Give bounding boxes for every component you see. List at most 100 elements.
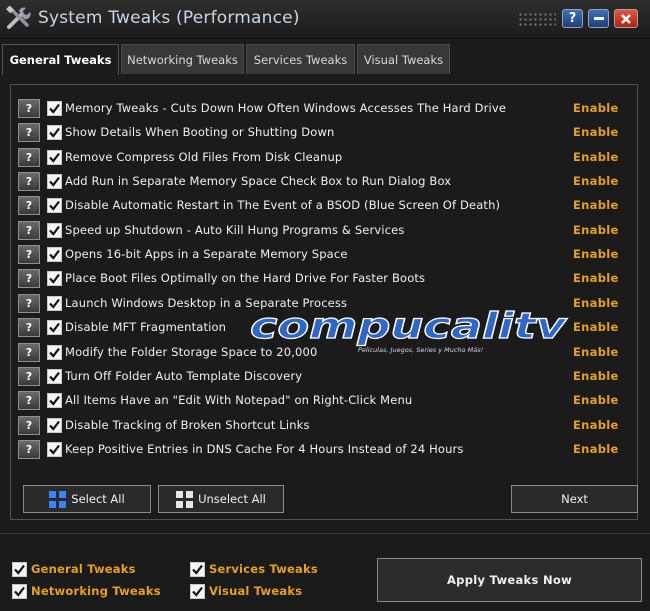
tweak-help-button[interactable]: ? bbox=[18, 147, 40, 167]
tweak-status[interactable]: Enable bbox=[573, 101, 619, 115]
checkmark-icon bbox=[49, 322, 60, 333]
tweak-label: Keep Positive Entries in DNS Cache For 4… bbox=[65, 441, 464, 456]
tweak-help-button[interactable]: ? bbox=[18, 342, 40, 362]
tweak-checkbox[interactable] bbox=[47, 125, 62, 141]
checkmark-icon bbox=[49, 152, 60, 163]
resize-grip[interactable] bbox=[518, 12, 556, 26]
checkbox[interactable] bbox=[12, 584, 27, 599]
tweak-checkbox[interactable] bbox=[47, 271, 62, 287]
checkbox[interactable] bbox=[190, 584, 205, 599]
tweak-row[interactable]: ? Disable Automatic Restart in The Event … bbox=[18, 196, 628, 216]
tweak-status[interactable]: Enable bbox=[573, 320, 619, 334]
checkmark-icon bbox=[49, 274, 60, 285]
checkmark-icon bbox=[192, 564, 203, 575]
tweak-label: Disable Automatic Restart in The Event o… bbox=[65, 198, 501, 213]
tweak-checkbox[interactable] bbox=[47, 174, 62, 190]
tweak-row[interactable]: ? Disable Tracking of Broken Shortcut Lin… bbox=[18, 415, 628, 436]
select-all-icon bbox=[49, 490, 67, 508]
tweak-label: Disable MFT Fragmentation bbox=[65, 320, 227, 335]
help-icon: ? bbox=[568, 11, 577, 26]
footer-check-label: Services Tweaks bbox=[209, 562, 318, 576]
tweak-help-button[interactable]: ? bbox=[18, 415, 40, 435]
unselect-all-button[interactable]: Unselect All bbox=[158, 485, 284, 513]
tweak-checkbox[interactable] bbox=[47, 417, 62, 433]
select-all-button[interactable]: Select All bbox=[23, 485, 151, 513]
checkbox[interactable] bbox=[12, 562, 27, 577]
tab-visual-tweaks[interactable]: Visual Tweaks bbox=[357, 44, 450, 74]
tweak-status[interactable]: Enable bbox=[573, 150, 619, 164]
tweak-row[interactable]: ? Remove Compress Old Files From Disk Cle… bbox=[18, 147, 628, 168]
title-bar: System Tweaks (Performance) ? bbox=[0, 0, 650, 39]
tweak-help-button[interactable]: ? bbox=[18, 391, 40, 411]
tweak-help-button[interactable]: ? bbox=[18, 318, 40, 338]
tab-networking-tweaks[interactable]: Networking Tweaks bbox=[121, 44, 244, 74]
tweak-row[interactable]: ? Memory Tweaks - Cuts Down How Often Win… bbox=[18, 99, 628, 119]
tweak-checkbox[interactable] bbox=[47, 393, 62, 409]
tweak-help-button[interactable]: ? bbox=[18, 245, 40, 265]
tweak-checkbox[interactable] bbox=[47, 198, 62, 214]
tweak-status[interactable]: Enable bbox=[573, 198, 619, 212]
close-button[interactable] bbox=[614, 9, 638, 28]
tweak-checkbox[interactable] bbox=[47, 247, 62, 263]
tweak-help-button[interactable]: ? bbox=[18, 99, 40, 118]
tweak-help-button[interactable]: ? bbox=[18, 293, 40, 313]
tweak-checkbox[interactable] bbox=[47, 344, 62, 360]
tweak-label: Turn Off Folder Auto Template Discovery bbox=[65, 368, 303, 383]
tweak-status[interactable]: Enable bbox=[573, 223, 619, 237]
footer-check-label: Networking Tweaks bbox=[31, 584, 161, 598]
tweak-help-button[interactable]: ? bbox=[18, 172, 40, 192]
tweak-status[interactable]: Enable bbox=[573, 418, 619, 432]
tweak-checkbox[interactable] bbox=[47, 101, 62, 116]
tweak-label: Show Details When Booting or Shutting Do… bbox=[65, 125, 335, 140]
tweak-checkbox[interactable] bbox=[47, 320, 62, 336]
tweak-status[interactable]: Enable bbox=[573, 174, 619, 188]
tweak-row[interactable]: ? Opens 16-bit Apps in a Separate Memory … bbox=[18, 245, 628, 265]
tweak-status[interactable]: Enable bbox=[573, 247, 619, 261]
tweak-label: Memory Tweaks - Cuts Down How Often Wind… bbox=[65, 101, 507, 115]
tweak-checkbox[interactable] bbox=[47, 149, 62, 165]
tweak-row[interactable]: ? Show Details When Booting or Shutting D… bbox=[18, 123, 628, 143]
tweak-row[interactable]: ? Keep Positive Entries in DNS Cache For … bbox=[18, 439, 628, 460]
checkmark-icon bbox=[49, 396, 60, 406]
tweak-checkbox[interactable] bbox=[47, 441, 62, 457]
tweak-help-button[interactable]: ? bbox=[18, 439, 40, 459]
window-title: System Tweaks (Performance) bbox=[38, 8, 300, 28]
tweak-label: Speed up Shutdown - Auto Kill Hung Progr… bbox=[65, 222, 405, 237]
unselect-all-label: Unselect All bbox=[198, 492, 266, 506]
help-button[interactable]: ? bbox=[562, 9, 583, 28]
tweak-checkbox[interactable] bbox=[47, 295, 62, 311]
tweak-row[interactable]: ? Place Boot Files Optimally on the Hard … bbox=[18, 269, 628, 289]
tweak-help-button[interactable]: ? bbox=[18, 366, 40, 386]
tweak-help-button[interactable]: ? bbox=[18, 123, 40, 143]
svg-text:compucalitv: compucalitv bbox=[250, 306, 568, 347]
tweak-status[interactable]: Enable bbox=[573, 442, 619, 456]
tweak-status[interactable]: Enable bbox=[573, 296, 619, 310]
tab-general-tweaks[interactable]: General Tweaks bbox=[2, 44, 119, 75]
checkmark-icon bbox=[49, 444, 60, 455]
tweak-checkbox[interactable] bbox=[47, 368, 62, 384]
tweak-status[interactable]: Enable bbox=[573, 393, 619, 407]
next-button[interactable]: Next bbox=[511, 485, 638, 513]
checkmark-icon bbox=[49, 347, 60, 358]
tweak-label: Add Run in Separate Memory Space Check B… bbox=[65, 174, 452, 189]
tweak-row[interactable]: ? Turn Off Folder Auto Template Discovery… bbox=[18, 366, 628, 387]
footer-check-label: Visual Tweaks bbox=[209, 584, 303, 598]
tweak-row[interactable]: ? Add Run in Separate Memory Space Check … bbox=[18, 172, 628, 192]
tweak-status[interactable]: Enable bbox=[573, 271, 619, 285]
checkmark-icon bbox=[14, 586, 25, 597]
tweak-status[interactable]: Enable bbox=[573, 345, 619, 359]
tweak-label: Disable Tracking of Broken Shortcut Link… bbox=[65, 417, 310, 432]
tweak-status[interactable]: Enable bbox=[573, 125, 619, 139]
tweak-row[interactable]: ? Speed up Shutdown - Auto Kill Hung Prog… bbox=[18, 220, 628, 241]
tweak-row[interactable]: ? All Items Have an "Edit With Notepad" o… bbox=[18, 391, 628, 411]
minimize-button[interactable] bbox=[588, 9, 609, 28]
tweak-help-button[interactable]: ? bbox=[18, 220, 40, 240]
tweak-help-button[interactable]: ? bbox=[18, 196, 40, 216]
checkmark-icon bbox=[14, 564, 25, 575]
tweak-checkbox[interactable] bbox=[47, 222, 62, 238]
tab-services-tweaks[interactable]: Services Tweaks bbox=[246, 44, 355, 74]
tweak-help-button[interactable]: ? bbox=[18, 269, 40, 289]
checkbox[interactable] bbox=[190, 562, 205, 577]
tweak-status[interactable]: Enable bbox=[573, 369, 619, 383]
apply-tweaks-button[interactable]: Apply Tweaks Now bbox=[377, 558, 642, 602]
